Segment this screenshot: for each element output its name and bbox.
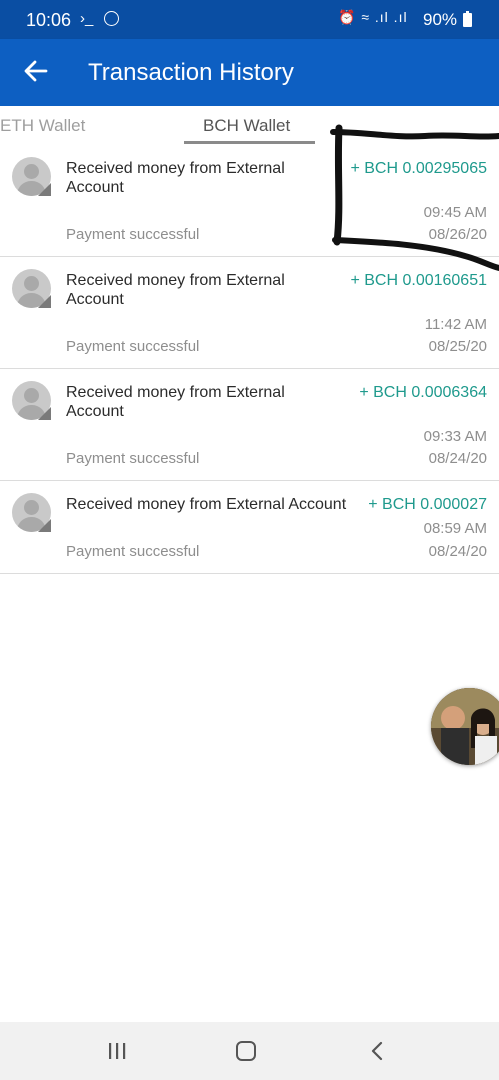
avatar-badge-icon xyxy=(38,519,51,532)
transaction-amount: + BCH 0.00295065 xyxy=(350,160,487,177)
app-bar: Transaction History xyxy=(0,39,499,106)
status-time: 10:06 xyxy=(26,10,72,30)
terminal-icon: ›_ xyxy=(80,10,94,27)
chat-head-avatar[interactable] xyxy=(431,688,499,765)
tab-eth-wallet[interactable]: ETH Wallet xyxy=(0,116,85,136)
wallet-tabs: ETH Wallet BCH Wallet xyxy=(0,106,499,150)
transaction-time: 09:45 AM xyxy=(423,204,487,221)
transaction-row[interactable]: Received money from External Account + B… xyxy=(0,257,499,369)
transaction-status: Payment successful xyxy=(66,226,200,243)
transaction-date: 08/26/20 xyxy=(428,226,487,243)
transaction-row[interactable]: Received money from External Account + B… xyxy=(0,481,499,574)
avatar-badge-icon xyxy=(38,295,51,308)
transaction-amount: + BCH 0.00160651 xyxy=(350,272,487,289)
back-nav-icon[interactable] xyxy=(368,1041,388,1061)
status-icons: ⏰ ≈ .ıl .ıl xyxy=(338,9,408,25)
avatar-badge-icon xyxy=(38,407,51,420)
battery-percent: 90% xyxy=(423,10,458,29)
transaction-description: Received money from External Account xyxy=(66,272,285,308)
transaction-row[interactable]: Received money from External Account + B… xyxy=(0,369,499,481)
transaction-status: Payment successful xyxy=(66,543,200,560)
tab-selected-indicator xyxy=(184,141,315,144)
transaction-date: 08/25/20 xyxy=(428,338,487,355)
transaction-row[interactable]: Received money from External Account + B… xyxy=(0,150,499,257)
transaction-date: 08/24/20 xyxy=(428,450,487,467)
transaction-description: Received money from External Account xyxy=(66,160,285,196)
back-arrow-icon[interactable] xyxy=(22,57,50,85)
transaction-time: 09:33 AM xyxy=(423,428,487,445)
transaction-description: Received money from External Account xyxy=(66,496,347,513)
status-bar: 10:06 ›_ ⏰ ≈ .ıl .ıl 90% xyxy=(0,0,499,39)
page-title: Transaction History xyxy=(88,59,294,86)
battery-icon xyxy=(463,11,472,27)
messenger-icon xyxy=(104,11,119,26)
transaction-date: 08/24/20 xyxy=(428,543,487,560)
transaction-status: Payment successful xyxy=(66,338,200,355)
system-nav-bar xyxy=(0,1022,499,1080)
transaction-status: Payment successful xyxy=(66,450,200,467)
tab-bch-wallet[interactable]: BCH Wallet xyxy=(203,116,290,136)
transaction-amount: + BCH 0.0006364 xyxy=(359,384,487,401)
transaction-amount: + BCH 0.000027 xyxy=(368,496,487,513)
recent-apps-icon[interactable] xyxy=(107,1042,127,1060)
transaction-description: Received money from External Account xyxy=(66,384,285,420)
transaction-time: 08:59 AM xyxy=(423,520,487,537)
chat-head-photo xyxy=(431,688,499,765)
transaction-time: 11:42 AM xyxy=(424,316,487,333)
avatar-badge-icon xyxy=(38,183,51,196)
home-button-icon[interactable] xyxy=(236,1041,256,1061)
